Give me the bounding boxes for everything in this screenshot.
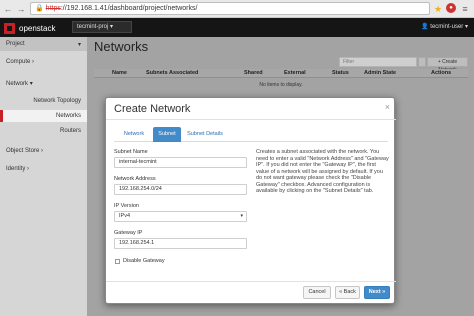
close-icon[interactable]: × (385, 102, 390, 112)
back-arrow-icon[interactable]: ← (3, 4, 13, 14)
gateway-ip-label: Gateway IP (114, 230, 143, 236)
star-icon[interactable]: ★ (433, 4, 443, 14)
network-address-label: Network Address (114, 176, 156, 182)
column-header[interactable]: External (284, 70, 306, 76)
browser-toolbar: ← → 🔒 https://192.168.1.41/dashboard/pro… (0, 0, 474, 18)
brand-name: openstack (19, 23, 56, 33)
project-name: tecmint-proj (77, 24, 109, 30)
brand[interactable]: openstack (4, 22, 55, 34)
modal-footer: Cancel « Back Next » (106, 281, 396, 305)
sidebar-project-label: Project (6, 41, 25, 47)
sidebar-item-compute[interactable]: Compute › (0, 55, 87, 69)
sidebar-item-network[interactable]: Network ▾ (0, 77, 87, 91)
page-title: Networks (94, 39, 149, 54)
sidebar-item-network-topology[interactable]: Network Topology (0, 95, 87, 107)
ip-version-label: IP Version (114, 203, 139, 209)
ip-version-value: IPv4 (119, 213, 131, 219)
chevron-down-icon: ▾ (240, 213, 243, 219)
create-network-modal: Create Network × Network Subnet Subnet D… (105, 97, 396, 305)
subnet-name-label: Subnet Name (114, 149, 148, 155)
help-text: Creates a subnet associated with the net… (256, 149, 389, 194)
disable-gateway-checkbox[interactable] (115, 259, 120, 264)
column-header[interactable]: Subnets Associated (146, 70, 198, 76)
chevron-down-icon: ▾ (29, 81, 33, 87)
sidebar-item-label: Object Store (6, 148, 40, 154)
user-icon: 👤 (421, 24, 429, 30)
user-name: tecmint-user (430, 24, 464, 30)
sidebar-item-networks[interactable]: Networks (0, 110, 87, 122)
chevron-down-icon: ▾ (77, 42, 81, 48)
address-bar[interactable]: 🔒 https://192.168.1.41/dashboard/project… (30, 2, 430, 15)
column-header[interactable]: Status (332, 70, 349, 76)
table-header: Name Subnets Associated Shared External … (94, 69, 468, 78)
sidebar-item-label: Compute (6, 59, 31, 65)
tab-network[interactable]: Network (118, 127, 150, 142)
lock-icon: 🔒 (35, 5, 44, 12)
sidebar-item-label: Networks (55, 113, 81, 119)
column-header[interactable]: Name (112, 70, 127, 76)
sidebar-item-routers[interactable]: Routers (0, 125, 87, 137)
url-path: ://192.168.1.41/dashboard/project/networ… (60, 5, 198, 12)
disable-gateway-label: Disable Gateway (123, 258, 165, 264)
cancel-button[interactable]: Cancel (303, 286, 331, 299)
top-navbar: openstack tecmint-proj ▾ 👤 tecmint-user … (0, 18, 474, 37)
gateway-ip-input[interactable]: 192.168.254.1 (114, 238, 247, 249)
chevron-right-icon: › (32, 59, 35, 65)
sidebar-item-label: Routers (59, 128, 81, 134)
chevron-right-icon: › (41, 148, 44, 154)
column-header: Actions (431, 70, 452, 76)
back-button[interactable]: « Back (335, 286, 360, 299)
column-header[interactable]: Shared (244, 70, 263, 76)
next-button[interactable]: Next » (364, 286, 390, 299)
subnet-name-input[interactable]: internal-tecmint (114, 157, 247, 168)
filter-input[interactable]: Filter (339, 57, 417, 67)
ip-version-select[interactable]: IPv4 ▾ (114, 211, 247, 222)
tab-subnet-details[interactable]: Subnet Details (184, 127, 226, 142)
empty-table-message: No items to display. (259, 82, 303, 88)
menu-icon[interactable]: ≡ (460, 4, 470, 14)
modal-tabs: Network Subnet Subnet Details (114, 127, 388, 142)
modal-title: Create Network (114, 103, 191, 115)
sidebar-project-header[interactable]: Project ▾ (0, 37, 87, 51)
create-network-button[interactable]: + Create Network (427, 57, 468, 73)
filter-button[interactable] (418, 57, 426, 67)
column-header[interactable]: Admin State (364, 70, 396, 76)
sidebar-item-label: Network Topology (33, 98, 81, 104)
url-scheme: https (45, 5, 61, 12)
tab-subnet[interactable]: Subnet (153, 127, 181, 142)
sidebar-item-label: Identity (6, 166, 26, 172)
project-selector[interactable]: tecmint-proj ▾ (72, 21, 132, 33)
sidebar-item-identity[interactable]: Identity › (0, 162, 87, 176)
sidebar: Project ▾ Compute › Network ▾ Network To… (0, 37, 87, 316)
chevron-right-icon: › (27, 166, 30, 172)
user-menu[interactable]: 👤 tecmint-user ▾ (421, 22, 468, 32)
modal-header: Create Network × (106, 98, 396, 120)
sidebar-item-object-store[interactable]: Object Store › (0, 144, 87, 158)
network-address-input[interactable]: 192.168.254.0/24 (114, 184, 247, 195)
openstack-logo-icon (4, 22, 15, 34)
sidebar-item-label: Network (6, 81, 29, 87)
forward-arrow-icon[interactable]: → (16, 4, 26, 14)
extension-icon[interactable]: ● (446, 3, 456, 13)
